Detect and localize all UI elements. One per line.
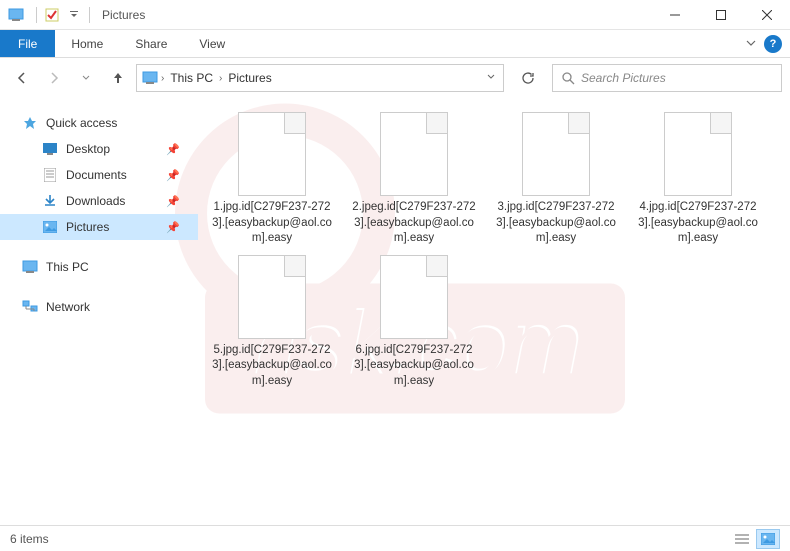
file-name: 5.jpg.id[C279F237-2723].[easybackup@aol.… xyxy=(208,343,336,390)
sidebar-item-documents[interactable]: Documents 📌 xyxy=(0,162,198,188)
forward-button[interactable] xyxy=(40,64,68,92)
close-button[interactable] xyxy=(744,0,790,30)
file-name: 6.jpg.id[C279F237-2723].[easybackup@aol.… xyxy=(350,343,478,390)
sidebar-item-label: Quick access xyxy=(46,116,117,130)
sidebar-item-desktop[interactable]: Desktop 📌 xyxy=(0,136,198,162)
file-name: 4.jpg.id[C279F237-2723].[easybackup@aol.… xyxy=(634,200,762,247)
sidebar-item-label: This PC xyxy=(46,260,89,274)
file-item[interactable]: 1.jpg.id[C279F237-2723].[easybackup@aol.… xyxy=(208,112,336,247)
sidebar-this-pc[interactable]: This PC xyxy=(0,254,198,280)
file-name: 1.jpg.id[C279F237-2723].[easybackup@aol.… xyxy=(208,200,336,247)
file-icon xyxy=(238,255,306,339)
navbar: › This PC › Pictures xyxy=(0,58,790,98)
tab-home[interactable]: Home xyxy=(55,30,119,57)
file-item[interactable]: 5.jpg.id[C279F237-2723].[easybackup@aol.… xyxy=(208,255,336,390)
breadcrumb-seg[interactable]: This PC xyxy=(166,71,217,85)
tab-share[interactable]: Share xyxy=(119,30,183,57)
ribbon: File Home Share View ? xyxy=(0,30,790,58)
tab-view[interactable]: View xyxy=(183,30,241,57)
chevron-down-icon[interactable] xyxy=(487,73,495,84)
file-icon xyxy=(664,112,732,196)
pictures-icon xyxy=(42,219,58,235)
breadcrumb[interactable]: › This PC › Pictures xyxy=(136,64,504,92)
sidebar-item-pictures[interactable]: Pictures 📌 xyxy=(0,214,198,240)
sidebar-item-label: Pictures xyxy=(66,220,109,234)
documents-icon xyxy=(42,167,58,183)
sidebar: Quick access Desktop 📌 Documents 📌 Downl… xyxy=(0,98,198,523)
qat-separator xyxy=(36,7,37,23)
window-title: Pictures xyxy=(102,8,145,22)
item-count: 6 items xyxy=(10,532,49,546)
qat-separator xyxy=(89,7,90,23)
network-icon xyxy=(22,299,38,315)
file-tab[interactable]: File xyxy=(0,30,55,57)
desktop-icon xyxy=(42,141,58,157)
recent-dropdown[interactable] xyxy=(72,64,100,92)
ribbon-expand-icon[interactable] xyxy=(746,35,756,53)
breadcrumb-seg[interactable]: Pictures xyxy=(224,71,275,85)
qat-properties[interactable] xyxy=(41,4,63,26)
file-icon xyxy=(380,255,448,339)
pin-icon: 📌 xyxy=(166,143,180,156)
maximize-button[interactable] xyxy=(698,0,744,30)
this-pc-icon xyxy=(22,259,38,275)
file-list: 1.jpg.id[C279F237-2723].[easybackup@aol.… xyxy=(198,98,790,523)
chevron-right-icon[interactable]: › xyxy=(219,73,222,84)
minimize-button[interactable] xyxy=(652,0,698,30)
sidebar-item-label: Documents xyxy=(66,168,127,182)
file-item[interactable]: 4.jpg.id[C279F237-2723].[easybackup@aol.… xyxy=(634,112,762,247)
view-icons-button[interactable] xyxy=(756,529,780,549)
back-button[interactable] xyxy=(8,64,36,92)
sidebar-item-label: Network xyxy=(46,300,90,314)
file-icon xyxy=(522,112,590,196)
file-icon xyxy=(380,112,448,196)
file-icon xyxy=(238,112,306,196)
refresh-button[interactable] xyxy=(514,64,542,92)
pin-icon: 📌 xyxy=(166,169,180,182)
file-name: 2.jpeg.id[C279F237-2723].[easybackup@aol… xyxy=(350,200,478,247)
search-box[interactable] xyxy=(552,64,782,92)
sidebar-item-downloads[interactable]: Downloads 📌 xyxy=(0,188,198,214)
sidebar-item-label: Desktop xyxy=(66,142,110,156)
titlebar: Pictures xyxy=(0,0,790,30)
app-icon xyxy=(4,3,28,27)
file-item[interactable]: 6.jpg.id[C279F237-2723].[easybackup@aol.… xyxy=(350,255,478,390)
sidebar-network[interactable]: Network xyxy=(0,294,198,320)
pin-icon: 📌 xyxy=(166,195,180,208)
file-name: 3.jpg.id[C279F237-2723].[easybackup@aol.… xyxy=(492,200,620,247)
breadcrumb-icon xyxy=(141,69,159,87)
file-item[interactable]: 3.jpg.id[C279F237-2723].[easybackup@aol.… xyxy=(492,112,620,247)
statusbar: 6 items xyxy=(0,525,790,551)
sidebar-item-label: Downloads xyxy=(66,194,125,208)
search-icon xyxy=(561,71,575,85)
up-button[interactable] xyxy=(104,64,132,92)
qat-dropdown[interactable] xyxy=(63,4,85,26)
chevron-right-icon[interactable]: › xyxy=(161,73,164,84)
sidebar-quick-access[interactable]: Quick access xyxy=(0,110,198,136)
pin-icon: 📌 xyxy=(166,221,180,234)
help-icon[interactable]: ? xyxy=(764,35,782,53)
downloads-icon xyxy=(42,193,58,209)
file-item[interactable]: 2.jpeg.id[C279F237-2723].[easybackup@aol… xyxy=(350,112,478,247)
view-details-button[interactable] xyxy=(730,529,754,549)
search-input[interactable] xyxy=(581,71,773,85)
quick-access-icon xyxy=(22,115,38,131)
